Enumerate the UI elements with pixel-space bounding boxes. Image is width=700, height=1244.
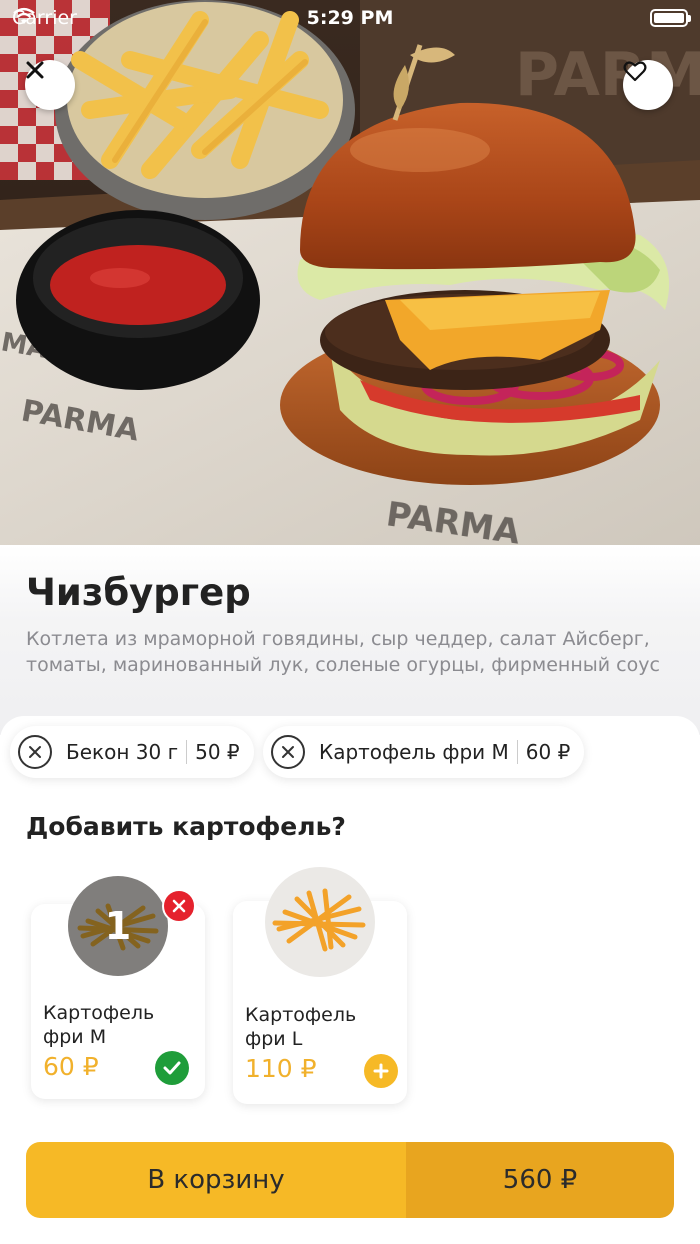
battery-icon: [650, 9, 691, 27]
addon-section-title: Добавить картофель?: [26, 812, 346, 841]
addon-price: 110 ₽: [245, 1054, 317, 1083]
add-to-cart-button[interactable]: В корзину 560 ₽: [26, 1142, 674, 1218]
close-circle-icon: [282, 746, 294, 758]
selected-option-chip: Картофель фри M 60 ₽: [263, 726, 585, 778]
option-name: Картофель фри M: [319, 740, 509, 764]
options-sheet: Бекон 30 г 50 ₽ Картофель фри M 60 ₽ Доб…: [0, 716, 700, 1244]
check-icon: [163, 1061, 181, 1075]
remove-option-button[interactable]: [271, 735, 305, 769]
fries-image: [265, 867, 375, 977]
add-addon-button[interactable]: [364, 1054, 398, 1088]
close-icon: [26, 61, 44, 79]
option-price: 50 ₽: [195, 740, 240, 764]
close-circle-icon: [29, 746, 41, 758]
cart-button-label: В корзину: [26, 1142, 406, 1218]
status-bar: Carrier 5:29 PM: [0, 0, 700, 38]
addon-card-fries-l[interactable]: Картофель фри L 110 ₽: [233, 867, 407, 1104]
remove-addon-button[interactable]: [162, 889, 196, 923]
svg-text:PARMA: PARMA: [515, 40, 700, 110]
addon-name: Картофель фри M: [43, 1002, 155, 1048]
close-icon: [172, 899, 186, 913]
product-info: Чизбургер Котлета из мраморной говядины,…: [0, 545, 700, 735]
addon-name: Картофель фри L: [245, 1004, 357, 1050]
product-photo: PARMA PARMA PARMA MA: [0, 0, 700, 545]
close-button[interactable]: [25, 60, 75, 110]
burger-illustration: PARMA PARMA PARMA MA: [0, 0, 700, 545]
heart-icon: [623, 61, 647, 82]
selected-check-badge: [155, 1051, 189, 1085]
option-name: Бекон 30 г: [66, 740, 179, 764]
status-time: 5:29 PM: [306, 7, 394, 29]
fries-icon: [265, 867, 375, 977]
selected-option-chip: Бекон 30 г 50 ₽: [10, 726, 254, 778]
addon-price: 60 ₽: [43, 1052, 99, 1081]
remove-option-button[interactable]: [18, 735, 52, 769]
product-description: Котлета из мраморной говядины, сыр чедде…: [26, 628, 660, 676]
cart-total-price: 560 ₽: [406, 1142, 674, 1218]
option-price: 60 ₽: [525, 740, 571, 764]
fries-image: 1: [68, 876, 168, 976]
product-title: Чизбургер: [26, 571, 251, 614]
addon-card-fries-m[interactable]: 1 Картофель фри M 60 ₽: [31, 876, 205, 1099]
divider: [516, 740, 518, 764]
divider: [186, 740, 188, 764]
quantity-badge: 1: [68, 876, 168, 976]
favorite-button[interactable]: [623, 60, 673, 110]
plus-icon: [373, 1063, 389, 1079]
